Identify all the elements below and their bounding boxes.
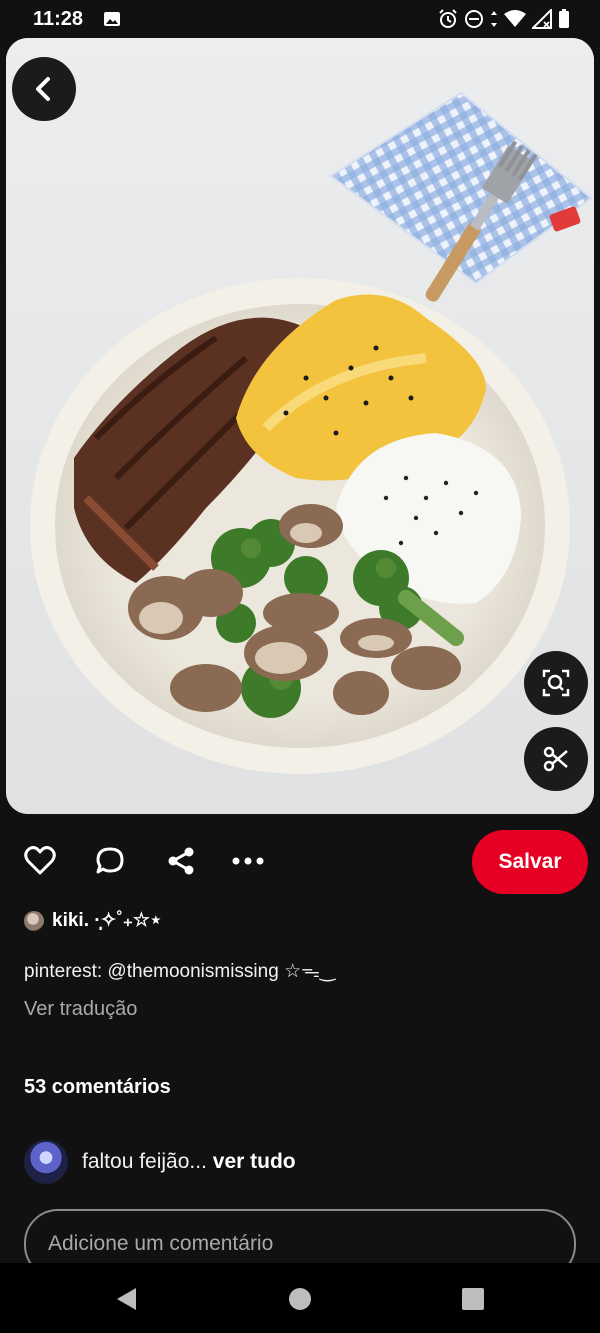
commenter-avatar[interactable] [24,1140,68,1184]
nav-back-icon [117,1288,136,1310]
share-button[interactable] [163,843,199,879]
author[interactable]: kiki. ·̩͙✧˚₊☆⋆ [24,909,162,932]
heart-icon [24,846,56,875]
crop-button[interactable] [524,727,588,791]
action-row: Salvar [0,826,600,896]
pin-description: pinterest: @themoonismissing ☆ᯓ‿ [24,961,336,982]
comment-icon [96,847,124,874]
more-button[interactable] [230,843,266,879]
dnd-icon [465,10,483,28]
comment-body: faltou feijão... [82,1150,207,1173]
nav-back-button[interactable] [112,1285,140,1313]
alarm-icon [439,9,457,28]
more-icon [232,857,264,865]
visual-search-button[interactable] [524,651,588,715]
gallery-icon [104,12,120,26]
chevron-left-icon [36,77,50,101]
battery-icon [559,9,569,28]
comment-text: faltou feijão... ver tudo [82,1150,296,1174]
comment-preview[interactable]: faltou feijão... ver tudo [24,1140,296,1184]
food-bowl-image [6,38,594,814]
avatar[interactable] [24,910,44,931]
wifi-icon [504,10,526,27]
nav-home-button[interactable] [286,1285,314,1313]
signal-icon [532,9,552,29]
system-nav-bar [0,1263,600,1333]
nav-recents-button[interactable] [459,1285,487,1313]
translate-link[interactable]: Ver tradução [24,998,137,1021]
pin-image[interactable] [6,38,594,814]
author-name[interactable]: kiki. ·̩͙✧˚₊☆⋆ [52,909,162,932]
like-button[interactable] [22,843,58,879]
status-bar: 11:28 [0,0,600,38]
status-icons [438,9,570,29]
back-button[interactable] [12,57,76,121]
lens-icon [542,669,570,697]
scissors-icon [543,746,568,772]
save-button[interactable]: Salvar [472,830,588,894]
comment-button[interactable] [92,843,128,879]
see-all-link[interactable]: ver tudo [213,1150,296,1173]
nav-recents-icon [462,1288,484,1310]
nav-home-icon [289,1288,311,1310]
share-icon [168,847,194,875]
data-arrows-icon [491,11,497,27]
comments-count: 53 comentários [24,1076,171,1098]
status-time: 11:28 [33,8,84,30]
